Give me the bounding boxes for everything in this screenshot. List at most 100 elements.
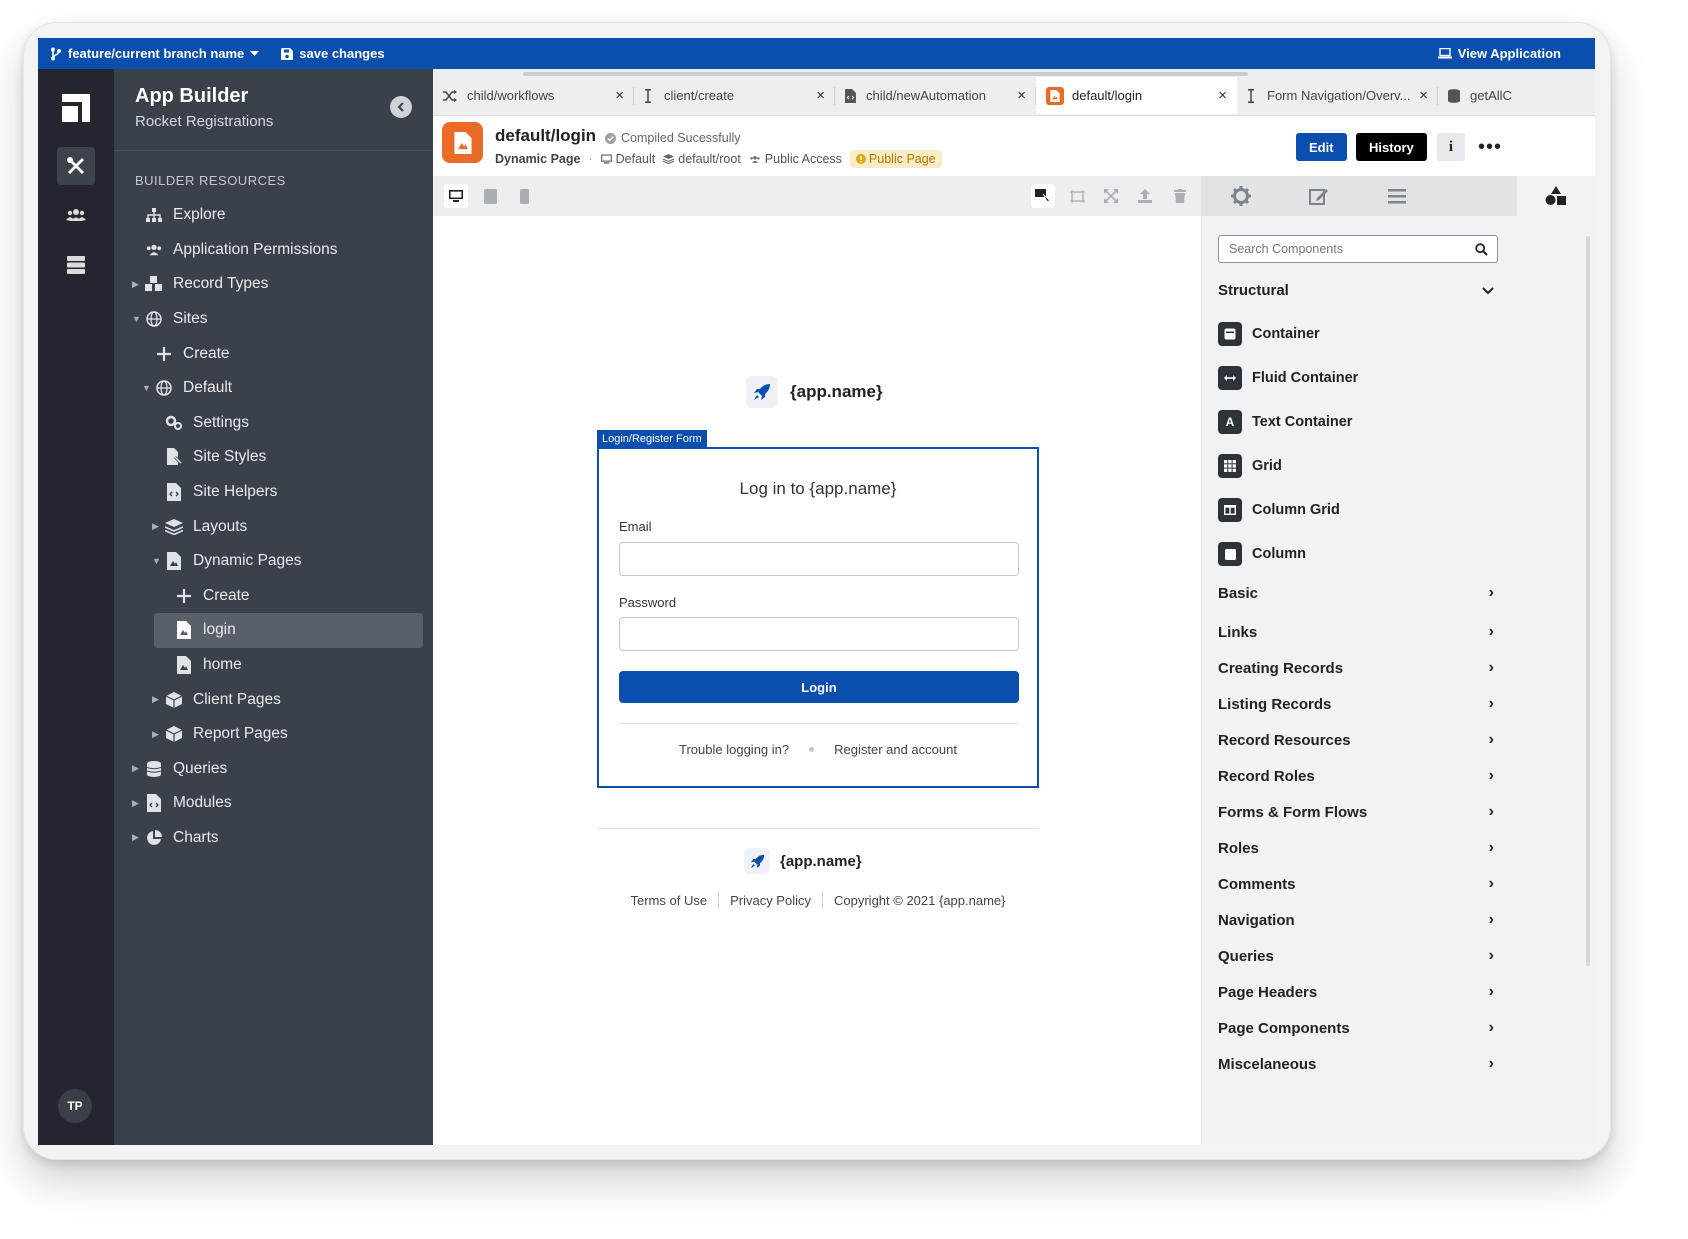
category-queries[interactable]: Queries ›	[1218, 947, 1494, 965]
form-component-label[interactable]: Login/Register Form	[597, 430, 707, 448]
history-button[interactable]: History	[1356, 133, 1427, 161]
sidebar-item-label: Create	[183, 344, 230, 362]
category-creating-records[interactable]: Creating Records ›	[1218, 659, 1494, 677]
page-root[interactable]: default/root	[663, 152, 741, 166]
close-icon[interactable]: ×	[1017, 87, 1026, 104]
sidebar-item-default[interactable]: ▼ Default	[114, 371, 433, 406]
category-forms-form-flows[interactable]: Forms & Form Flows ›	[1218, 803, 1494, 821]
category-comments[interactable]: Comments ›	[1218, 875, 1494, 893]
sidebar-item-explore[interactable]: Explore	[114, 198, 433, 233]
save-changes-button[interactable]: save changes	[281, 46, 385, 61]
close-icon[interactable]: ×	[816, 87, 825, 104]
branch-selector[interactable]: feature/current branch name	[50, 46, 260, 61]
sidebar-item-application-permissions[interactable]: Application Permissions	[114, 233, 433, 268]
trouble-logging-in-link[interactable]: Trouble logging in?	[679, 742, 789, 757]
database-button[interactable]	[57, 246, 95, 284]
more-options-button[interactable]: •••	[1476, 133, 1504, 161]
login-register-form[interactable]: Log in to {app.name} Email Password Logi…	[597, 447, 1039, 788]
edit-button[interactable]: Edit	[1296, 133, 1347, 161]
category-links[interactable]: Links ›	[1218, 623, 1494, 641]
component-text-container[interactable]: A Text Container	[1218, 410, 1352, 434]
frame-button[interactable]	[1067, 186, 1087, 206]
tab-components[interactable]	[1517, 176, 1595, 216]
page-access[interactable]: Public Access	[749, 152, 842, 166]
tabs-scrollbar[interactable]	[523, 72, 1248, 76]
category-record-resources[interactable]: Record Resources ›	[1218, 731, 1494, 749]
component-column[interactable]: Column	[1218, 542, 1306, 566]
login-button[interactable]: Login	[619, 671, 1019, 703]
privacy-link[interactable]: Privacy Policy	[719, 893, 822, 908]
panel-scrollbar[interactable]	[1586, 236, 1590, 966]
tab-layers[interactable]	[1358, 176, 1436, 216]
category-page-components[interactable]: Page Components ›	[1218, 1019, 1494, 1037]
tab-client-create[interactable]: client/create ×	[634, 77, 835, 114]
user-avatar[interactable]: TP	[58, 1089, 92, 1123]
search-components-input[interactable]: Search Components	[1218, 235, 1498, 263]
tab-child-newautomation[interactable]: child/newAutomation ×	[835, 77, 1036, 114]
view-application-button[interactable]: View Application	[1437, 46, 1561, 61]
component-column-grid[interactable]: Column Grid	[1218, 498, 1340, 522]
category-record-roles[interactable]: Record Roles ›	[1218, 767, 1494, 785]
sidebar-item-record-types[interactable]: ▶ Record Types	[114, 267, 433, 302]
close-icon[interactable]: ×	[1218, 87, 1227, 104]
password-field[interactable]	[619, 617, 1019, 651]
sidebar-item-dynamic-pages-create[interactable]: Create	[114, 579, 433, 614]
sidebar-item-site-styles[interactable]: Site Styles	[114, 440, 433, 475]
builder-sidebar: App Builder Rocket Registrations BUILDER…	[114, 69, 433, 1145]
collapse-sidebar-button[interactable]	[390, 96, 412, 118]
sidebar-item-layouts[interactable]: ▶ Layouts	[114, 509, 433, 544]
email-field[interactable]	[619, 542, 1019, 576]
category-label: Comments	[1218, 875, 1296, 893]
sidebar-item-client-pages[interactable]: ▶ Client Pages	[114, 682, 433, 717]
tab-getallc[interactable]: getAllC	[1438, 77, 1595, 114]
component-fluid-container[interactable]: Fluid Container	[1218, 366, 1358, 390]
tab-edit[interactable]	[1280, 176, 1358, 216]
tablet-view-button[interactable]	[480, 186, 500, 206]
close-icon[interactable]: ×	[1419, 87, 1428, 104]
chevron-right-icon: ›	[1488, 623, 1494, 640]
sidebar-item-modules[interactable]: ▶ Modules	[114, 786, 433, 821]
upload-button[interactable]	[1135, 186, 1155, 206]
desktop-view-button[interactable]	[444, 184, 468, 208]
caret-down-icon: ▼	[142, 383, 151, 394]
builder-tools-button[interactable]	[57, 147, 95, 185]
category-page-headers[interactable]: Page Headers ›	[1218, 983, 1494, 1001]
tab-default-login[interactable]: default/login ×	[1036, 77, 1237, 114]
info-button[interactable]: i	[1437, 133, 1465, 161]
sidebar-item-queries[interactable]: ▶ Queries	[114, 752, 433, 787]
expand-button[interactable]	[1101, 186, 1121, 206]
register-account-link[interactable]: Register and account	[834, 742, 957, 757]
sidebar-title: App Builder	[135, 85, 249, 107]
tab-child-workflows[interactable]: child/workflows ×	[433, 77, 634, 114]
tab-form-navigation[interactable]: Form Navigation/Overv... ×	[1237, 77, 1438, 114]
sidebar-item-settings[interactable]: Settings	[114, 406, 433, 441]
category-miscelaneous[interactable]: Miscelaneous ›	[1218, 1055, 1494, 1073]
sidebar-item-sites[interactable]: ▼ Sites	[114, 302, 433, 337]
category-basic[interactable]: Basic ›	[1218, 584, 1494, 602]
page-header: default/login Compiled Sucessfully Dynam…	[433, 116, 1595, 176]
category-navigation[interactable]: Navigation ›	[1218, 911, 1494, 929]
close-icon[interactable]: ×	[615, 87, 624, 104]
sidebar-item-site-helpers[interactable]: Site Helpers	[114, 475, 433, 510]
shuffle-icon	[443, 89, 457, 102]
sidebar-item-label: Sites	[173, 310, 208, 328]
sidebar-item-sites-create[interactable]: Create	[114, 336, 433, 371]
page-layout[interactable]: Default	[600, 152, 655, 166]
component-grid[interactable]: Grid	[1218, 454, 1282, 478]
inspect-button[interactable]	[1031, 184, 1055, 208]
category-structural[interactable]: Structural	[1218, 282, 1494, 299]
component-container[interactable]: Container	[1218, 322, 1320, 346]
users-button[interactable]	[57, 196, 95, 234]
mobile-view-button[interactable]	[514, 186, 534, 206]
category-listing-records[interactable]: Listing Records ›	[1218, 695, 1494, 713]
delete-button[interactable]	[1170, 186, 1190, 206]
sidebar-item-login[interactable]: login	[154, 613, 423, 648]
category-roles[interactable]: Roles ›	[1218, 839, 1494, 857]
desktop-icon	[600, 154, 612, 164]
tab-settings[interactable]	[1202, 176, 1280, 216]
sidebar-item-report-pages[interactable]: ▶ Report Pages	[114, 717, 433, 752]
sidebar-item-dynamic-pages[interactable]: ▼ Dynamic Pages	[114, 544, 433, 579]
sidebar-item-charts[interactable]: ▶ Charts	[114, 821, 433, 856]
sidebar-item-home[interactable]: home	[114, 648, 433, 683]
terms-link[interactable]: Terms of Use	[620, 893, 719, 908]
